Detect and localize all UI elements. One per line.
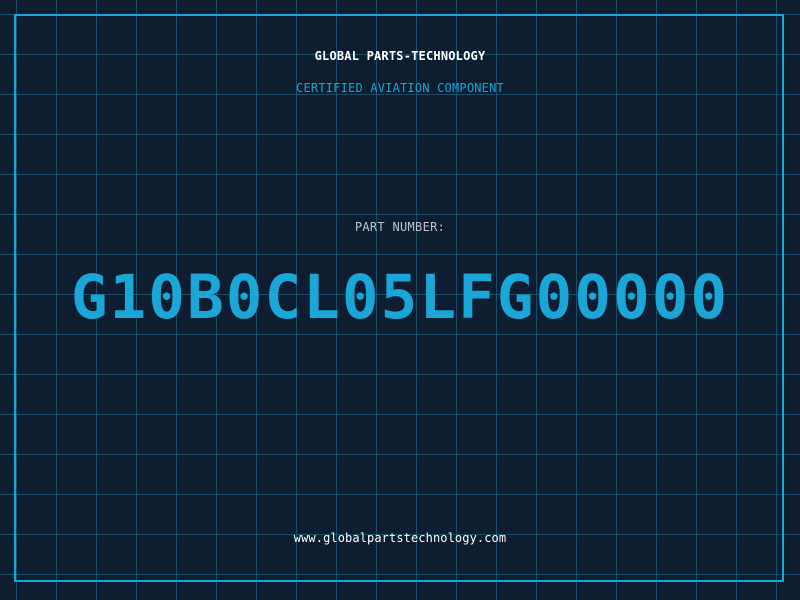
certification-tagline: CERTIFIED AVIATION COMPONENT bbox=[296, 81, 504, 95]
part-number-value: G10B0CL05LFG00000 bbox=[70, 262, 730, 333]
company-name: GLOBAL PARTS-TECHNOLOGY bbox=[314, 49, 486, 63]
part-label-card: GLOBAL PARTS-TECHNOLOGY CERTIFIED AVIATI… bbox=[0, 0, 800, 600]
part-number-label: PART NUMBER: bbox=[354, 220, 446, 234]
website-url: www.globalpartstechnology.com bbox=[293, 531, 507, 545]
